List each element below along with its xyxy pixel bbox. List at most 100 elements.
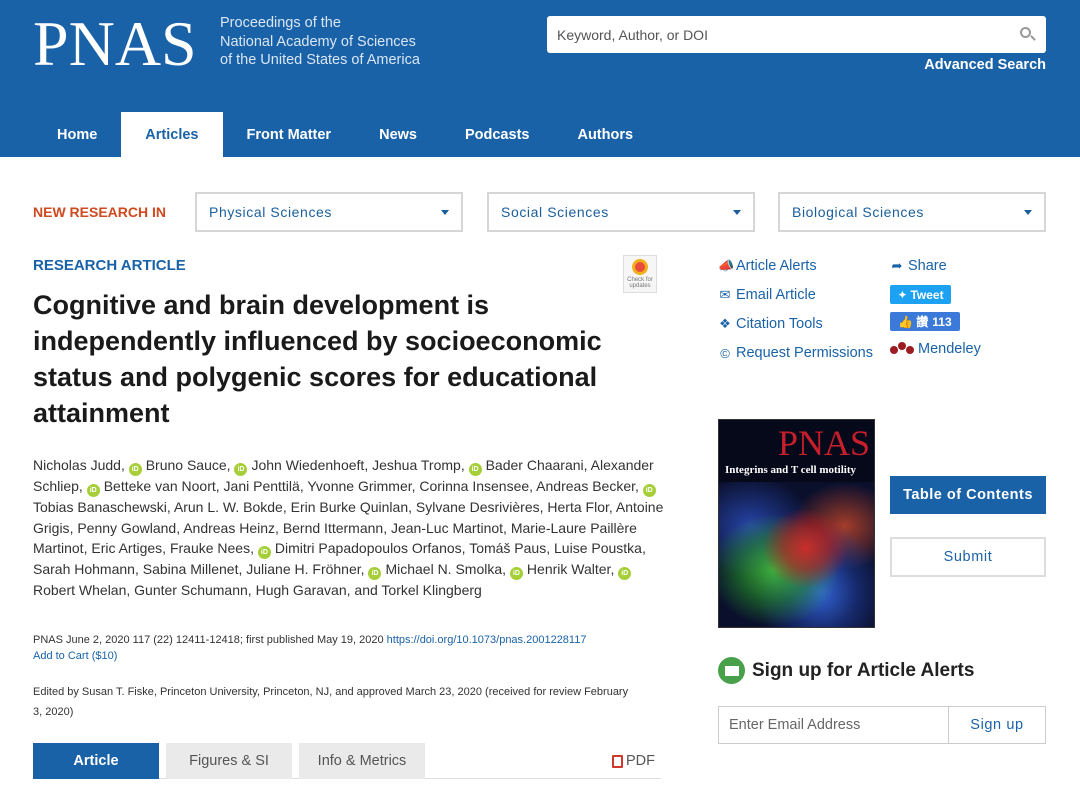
search-input[interactable] [557, 26, 1018, 43]
author-name[interactable]: Frauke Nees [170, 540, 250, 556]
author-name[interactable]: Betteke van Noort [104, 478, 216, 494]
orcid-icon[interactable]: iD [618, 567, 632, 580]
search-icon[interactable] [1018, 26, 1036, 44]
table-of-contents-button[interactable]: Table of Contents [890, 476, 1046, 514]
author-name[interactable]: Juliane H. Fröhner [246, 561, 360, 577]
orcid-icon[interactable]: iD [257, 546, 271, 559]
author-name[interactable]: Torkel Klingberg [381, 582, 481, 598]
author-name[interactable]: Henrik Walter [527, 561, 611, 577]
pdf-file-icon [612, 754, 623, 768]
envelope-icon: ✉ [719, 287, 731, 302]
author-name[interactable]: Jean-Luc Martinot [391, 520, 503, 536]
author-name[interactable]: Andreas Heinz [183, 520, 275, 536]
author-name[interactable]: Arun L. W. Bokde [174, 499, 283, 515]
author-entry: Penny Gowland, [77, 519, 184, 536]
megaphone-icon: 📣 [718, 258, 735, 273]
mendeley-link[interactable]: Mendeley [890, 341, 981, 357]
copyright-icon: © [720, 345, 730, 361]
doi-link[interactable]: https://doi.org/10.1073/pnas.2001228117 [387, 634, 587, 646]
orcid-icon[interactable]: iD [86, 484, 100, 497]
author-entry: Sabina Millenet, [142, 561, 247, 577]
tweet-button[interactable]: ✦ Tweet [890, 285, 951, 304]
author-name[interactable]: Jeshua Tromp [372, 457, 461, 473]
advanced-search-link[interactable]: Advanced Search [924, 57, 1046, 73]
author-name[interactable]: Robert Whelan [33, 582, 126, 598]
citation-tools-link[interactable]: ❖ Citation Tools [718, 316, 823, 332]
article-alerts-link[interactable]: 📣 Article Alerts [718, 258, 817, 274]
signup-heading: Sign up for Article Alerts [718, 657, 974, 684]
orcid-icon[interactable]: iD [468, 463, 482, 476]
author-name[interactable]: Sarah Hohmann [33, 561, 135, 577]
author-entry: Eric Artiges, [91, 540, 170, 556]
search-box [547, 16, 1046, 53]
author-name[interactable]: Bader Chaarani [486, 457, 584, 473]
author-name[interactable]: Luise Poustka [554, 540, 642, 556]
tab-info-metrics[interactable]: Info & Metrics [299, 743, 425, 779]
nav-tab-news[interactable]: News [355, 112, 441, 157]
nav-tab-podcasts[interactable]: Podcasts [441, 112, 553, 157]
author-entry: Jani Penttilä, [223, 478, 308, 494]
author-entry: iD John Wiedenhoeft, [234, 457, 372, 476]
author-name[interactable]: Nicholas Judd [33, 457, 121, 473]
submit-button[interactable]: Submit [890, 537, 1046, 577]
orcid-icon[interactable]: iD [128, 463, 142, 476]
email-article-link[interactable]: ✉ Email Article [718, 287, 816, 303]
pdf-link[interactable]: PDF [612, 753, 655, 769]
email-alert-icon [718, 657, 745, 684]
tab-figures-si[interactable]: Figures & SI [166, 743, 292, 779]
author-entry: iD Betteke van Noort, [86, 478, 224, 497]
author-entry: Andreas Becker, [536, 478, 643, 494]
mendeley-icon [890, 342, 914, 356]
nav-tab-authors[interactable]: Authors [553, 112, 657, 157]
signup-title: Sign up for Article Alerts [752, 659, 975, 681]
author-name[interactable]: Eric Artiges [91, 540, 162, 556]
caret-down-icon [1024, 209, 1032, 215]
pdf-label: PDF [626, 753, 655, 769]
author-name[interactable]: Hugh Garavan [256, 582, 347, 598]
author-name[interactable]: Yvonne Grimmer [307, 478, 411, 494]
author-name[interactable]: Corinna Insensee [419, 478, 529, 494]
orcid-icon[interactable]: iD [368, 567, 382, 580]
nav-tab-front-matter[interactable]: Front Matter [223, 112, 356, 157]
author-name[interactable]: Bernd Ittermann [283, 520, 383, 536]
author-name[interactable]: Michael N. Smolka [385, 561, 502, 577]
author-name[interactable]: Erin Burke Quinlan [291, 499, 409, 515]
author-name[interactable]: Dimitri Papadopoulos Orfanos [275, 540, 462, 556]
author-name[interactable]: Jani Penttilä [224, 478, 300, 494]
author-name[interactable]: Sabina Millenet [143, 561, 239, 577]
author-entry: Torkel Klingberg [381, 582, 481, 598]
add-to-cart-link[interactable]: Add to Cart ($10) [33, 650, 117, 662]
twitter-bird-icon: ✦ [897, 287, 908, 302]
orcid-icon[interactable]: iD [509, 567, 523, 580]
facebook-like-button[interactable]: 👍 讚 113 [890, 312, 960, 331]
main-nav: Home Articles Front Matter News Podcasts… [33, 112, 657, 157]
author-name[interactable]: Penny Gowland [77, 520, 176, 536]
request-permissions-link[interactable]: © Request Permissions [718, 345, 873, 361]
tab-article[interactable]: Article [33, 743, 159, 779]
nav-tab-home[interactable]: Home [33, 112, 121, 157]
article-title: Cognitive and brain development is indep… [33, 290, 602, 428]
orcid-icon[interactable]: iD [234, 463, 248, 476]
social-sciences-dropdown[interactable]: Social Sciences [487, 192, 755, 232]
share-label: Share [908, 258, 947, 274]
email-address-input[interactable] [718, 706, 949, 744]
share-link[interactable]: ➦ Share [890, 258, 947, 274]
author-name[interactable]: Herta Flor [547, 499, 608, 515]
author-entry: Sarah Hohmann, [33, 561, 143, 577]
citation-line: PNAS June 2, 2020 117 (22) 12411-12418; … [33, 630, 586, 650]
author-name[interactable]: Andreas Becker [536, 478, 635, 494]
physical-sciences-dropdown[interactable]: Physical Sciences [195, 192, 463, 232]
author-name[interactable]: Tomáš Paus [469, 540, 546, 556]
sign-up-button[interactable]: Sign up [949, 706, 1046, 744]
journal-cover-image[interactable]: PNAS Integrins and T cell motility [718, 419, 875, 628]
author-name[interactable]: Sylvane Desrivières [416, 499, 540, 515]
orcid-icon[interactable]: iD [642, 484, 656, 497]
biological-sciences-dropdown[interactable]: Biological Sciences [778, 192, 1046, 232]
nav-tab-articles[interactable]: Articles [121, 112, 223, 157]
author-name[interactable]: John Wiedenhoeft [251, 457, 364, 473]
author-entry: Juliane H. Fröhner, [246, 561, 369, 577]
pnas-logo[interactable]: PNAS [33, 8, 197, 80]
author-name[interactable]: Tobias Banaschewski [33, 499, 167, 515]
author-name[interactable]: Bruno Sauce [146, 457, 227, 473]
author-name[interactable]: Gunter Schumann [134, 582, 248, 598]
